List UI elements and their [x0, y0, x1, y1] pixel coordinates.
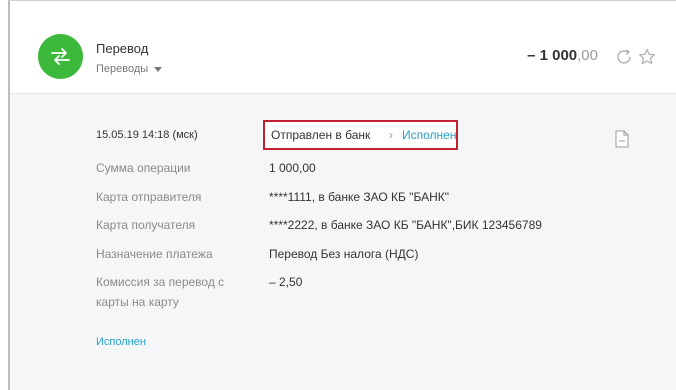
status-done-link[interactable]: Исполнен: [402, 127, 456, 143]
category-label: Переводы: [96, 63, 149, 75]
row-value-sender-card: ****1111, в банке ЗАО КБ "БАНК": [269, 190, 450, 204]
amount-cents: ,00: [577, 47, 598, 64]
row-value-commission: – 2,50: [269, 275, 303, 289]
operation-header[interactable]: Перевод Переводы – 1 000,00: [10, 1, 676, 94]
status-sent: Отправлен в банк: [271, 128, 371, 142]
star-icon[interactable]: [637, 47, 657, 67]
row-value-recipient-card: ****2222, в банке ЗАО КБ "БАНК",БИК 1234…: [269, 218, 542, 232]
operation-amount: – 1 000,00: [527, 47, 598, 64]
row-label-amount: Сумма операции: [96, 161, 191, 175]
amount-main: – 1 000: [527, 47, 578, 64]
chevron-down-icon: [154, 66, 163, 72]
operation-title: Перевод: [96, 41, 149, 56]
row-label-commission: Комиссия за перевод с карты на карту: [96, 272, 224, 312]
row-label-commission-line2: карты на карту: [96, 295, 179, 309]
transfer-arrows-icon: [38, 34, 83, 79]
row-label-commission-line1: Комиссия за перевод с: [96, 275, 225, 289]
row-value-purpose: Перевод Без налога (НДС): [269, 247, 419, 261]
document-icon[interactable]: [615, 130, 629, 148]
operation-card: Перевод Переводы – 1 000,00 15.05.19 14:…: [8, 0, 676, 390]
repeat-icon[interactable]: [614, 47, 634, 67]
row-value-amount: 1 000,00: [269, 161, 316, 175]
category-dropdown[interactable]: Переводы: [96, 63, 163, 75]
operation-datetime: 15.05.19 14:18 (мск): [96, 129, 198, 141]
row-label-sender-card: Карта отправителя: [96, 190, 202, 204]
row-label-purpose: Назначение платежа: [96, 247, 213, 261]
footer-status-link[interactable]: Исполнен: [96, 332, 146, 352]
status-trail: Отправлен в банк › Исполнен: [263, 120, 458, 150]
row-label-recipient-card: Карта получателя: [96, 218, 196, 232]
status-separator: ›: [389, 128, 393, 142]
